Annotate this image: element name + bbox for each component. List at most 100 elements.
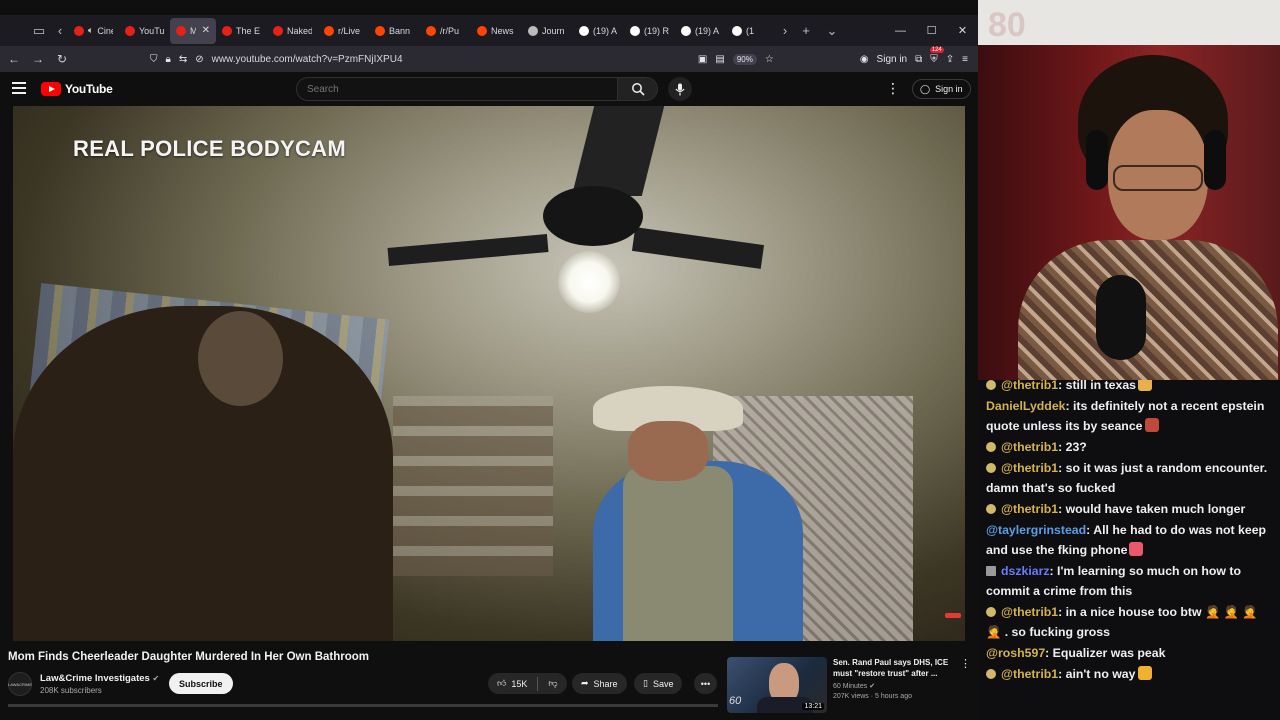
browser-tab[interactable]: (19) A <box>573 18 624 44</box>
bookmark-star-icon[interactable]: ☆ <box>765 54 774 65</box>
hamburger-menu-icon[interactable] <box>12 82 26 96</box>
browser-tab[interactable]: The E <box>216 18 267 44</box>
chat-username[interactable]: @thetrib1 <box>1001 667 1058 681</box>
tab-list-icon[interactable]: ⌄ <box>819 18 845 44</box>
chat-badge-icon <box>986 442 996 452</box>
browser-tab[interactable]: 🔈︎ Cinem <box>68 18 119 44</box>
voice-search-button[interactable] <box>668 77 692 101</box>
tab-label: r/Live <box>338 25 361 36</box>
reload-icon[interactable]: ↻ <box>50 52 74 66</box>
subscribe-button[interactable]: Subscribe <box>169 673 233 694</box>
address-bar[interactable]: ⛉ 🔒︎ ⇆ ⊘ www.youtube.com/watch?v=PzmFNjI… <box>150 48 770 70</box>
browser-tab[interactable]: (19) A <box>675 18 726 44</box>
recommended-duration: 13:21 <box>802 703 824 710</box>
more-actions-button[interactable]: ••• <box>694 673 717 694</box>
tabs-scroll-left-icon[interactable]: ‹ <box>52 18 68 44</box>
tab-label: Bann <box>389 25 411 36</box>
chat-username[interactable]: @rosh597 <box>986 646 1045 660</box>
channel-name[interactable]: Law&Crime Investigates ✔ <box>40 673 159 684</box>
back-icon[interactable]: ← <box>2 52 26 66</box>
recommended-title[interactable]: Sen. Rand Paul says DHS, ICE must "resto… <box>833 657 953 679</box>
recommended-more-icon[interactable]: ⋮ <box>960 657 971 670</box>
zoom-level[interactable]: 90% <box>732 53 757 65</box>
tab-label: YouTu <box>139 25 164 36</box>
tab-label: Mo <box>190 25 196 36</box>
browser-tab[interactable]: (19) R <box>624 18 675 44</box>
new-tab-icon[interactable]: + <box>793 18 819 44</box>
browser-tab[interactable]: YouTu <box>119 18 170 44</box>
chat-username[interactable]: @taylergrinstead <box>986 523 1086 537</box>
chat-message: @thetrib1: ain't no way <box>986 664 1276 684</box>
maximize-icon[interactable]: ☐ <box>916 24 947 37</box>
autoplay-blocked-icon[interactable]: ⊘ <box>195 54 203 65</box>
chat-username[interactable]: @thetrib1 <box>1001 502 1058 516</box>
video-player[interactable]: REAL POLICE BODYCAM <box>13 106 965 641</box>
recommended-channel[interactable]: 60 Minutes ✔ <box>833 682 875 690</box>
dislike-button[interactable]: 👎︎ <box>548 678 557 689</box>
tab-overview-icon[interactable]: ▭ <box>26 18 52 44</box>
browser-tab[interactable]: Mo ✕ <box>170 17 216 44</box>
channel-avatar[interactable]: LAW&CRIME <box>8 672 32 696</box>
chat-badge-icon <box>986 607 996 617</box>
browser-window: ▭ ‹ 🔈︎ Cinem YouTu Mo ✕ The E Naked r/Live Bann /… <box>0 0 978 720</box>
stream-chat: @thetrib1: still in texas DanielLyddek: i… <box>978 380 1280 720</box>
close-window-icon[interactable]: ✕ <box>947 24 978 37</box>
thumbs-down-icon: 👎︎ <box>548 678 558 688</box>
browser-tab[interactable]: Journ <box>522 18 573 44</box>
share-arrow-icon: ➦ <box>581 678 589 688</box>
chat-message: @thetrib1: so it was just a random encou… <box>986 458 1276 498</box>
picture-in-picture-icon[interactable]: ▣ <box>698 54 707 65</box>
chat-username[interactable]: @thetrib1 <box>1001 380 1058 392</box>
chat-badge-icon <box>986 566 996 576</box>
tab-favicon-icon <box>273 25 283 36</box>
app-menu-icon[interactable]: ≡ <box>962 54 968 65</box>
shield-icon[interactable]: ⛉ <box>150 54 158 65</box>
tab-label: /r/Pu <box>440 25 460 36</box>
share-button[interactable]: ➦ Share <box>572 673 627 694</box>
account-icon[interactable]: ◉ <box>860 54 869 65</box>
thumbs-up-icon: 👍︎ <box>497 678 507 688</box>
close-tab-icon[interactable]: ✕ <box>202 25 210 36</box>
save-button[interactable]: ▯ Save <box>634 673 683 694</box>
chat-message: @rosh597: Equalizer was peak <box>986 643 1276 663</box>
chat-username[interactable]: @thetrib1 <box>1001 440 1058 454</box>
ublock-icon[interactable]: ⛨ 124 <box>929 46 944 65</box>
browser-tab[interactable]: (1 <box>726 18 777 44</box>
forward-icon[interactable]: → <box>26 52 50 66</box>
browser-tab[interactable]: Bann <box>369 18 420 44</box>
settings-more-icon[interactable]: ⋮ <box>886 80 900 97</box>
chat-text: : 23? <box>1058 440 1087 454</box>
recommended-meta: 207K views · 5 hours ago <box>833 693 912 700</box>
tab-favicon-icon <box>74 25 84 36</box>
like-button[interactable]: 👍︎ 15K <box>497 678 527 689</box>
ceiling-fan-blade-top <box>571 106 665 196</box>
lock-icon[interactable]: 🔒︎ <box>166 54 171 65</box>
reader-view-icon[interactable]: ▤ <box>715 54 724 65</box>
minimize-icon[interactable]: — <box>885 25 916 37</box>
chat-username[interactable]: dszkiarz <box>1001 564 1050 578</box>
headphone-left <box>1086 130 1108 190</box>
chat-username[interactable]: @thetrib1 <box>1001 461 1058 475</box>
browser-tab[interactable]: Naked <box>267 18 318 44</box>
extensions-icon[interactable]: ⧉ <box>915 54 922 65</box>
streamer-shirt <box>1018 240 1278 380</box>
chat-username[interactable]: DanielLyddek <box>986 399 1066 413</box>
search-button[interactable] <box>617 78 657 100</box>
recommended-thumbnail[interactable]: 60 13:21 <box>727 657 827 713</box>
url-text[interactable]: www.youtube.com/watch?v=PzmFNjIXPU4 <box>212 54 403 65</box>
browser-signin[interactable]: Sign in <box>877 54 908 65</box>
browser-tab[interactable]: r/Live <box>318 18 369 44</box>
search-input[interactable] <box>297 78 617 100</box>
tabs-scroll-right-icon[interactable]: › <box>777 18 793 44</box>
browser-tab[interactable]: /r/Pu <box>420 18 471 44</box>
tab-audio-icon[interactable]: 🔈︎ <box>88 25 93 36</box>
youtube-logo[interactable]: YouTube <box>41 82 113 96</box>
recording-indicator <box>945 613 961 618</box>
permissions-icon[interactable]: ⇆ <box>179 54 187 65</box>
chat-username[interactable]: @thetrib1 <box>1001 605 1058 619</box>
browser-tab[interactable]: News <box>471 18 522 44</box>
navigation-bar: ← → ↻ ⛉ 🔒︎ ⇆ ⊘ www.youtube.com/watch?v=P… <box>0 46 978 72</box>
share-page-icon[interactable]: ⇪ <box>946 54 954 65</box>
youtube-signin-button[interactable]: ◯ Sign in <box>912 79 971 99</box>
tab-label: (1 <box>746 25 755 36</box>
